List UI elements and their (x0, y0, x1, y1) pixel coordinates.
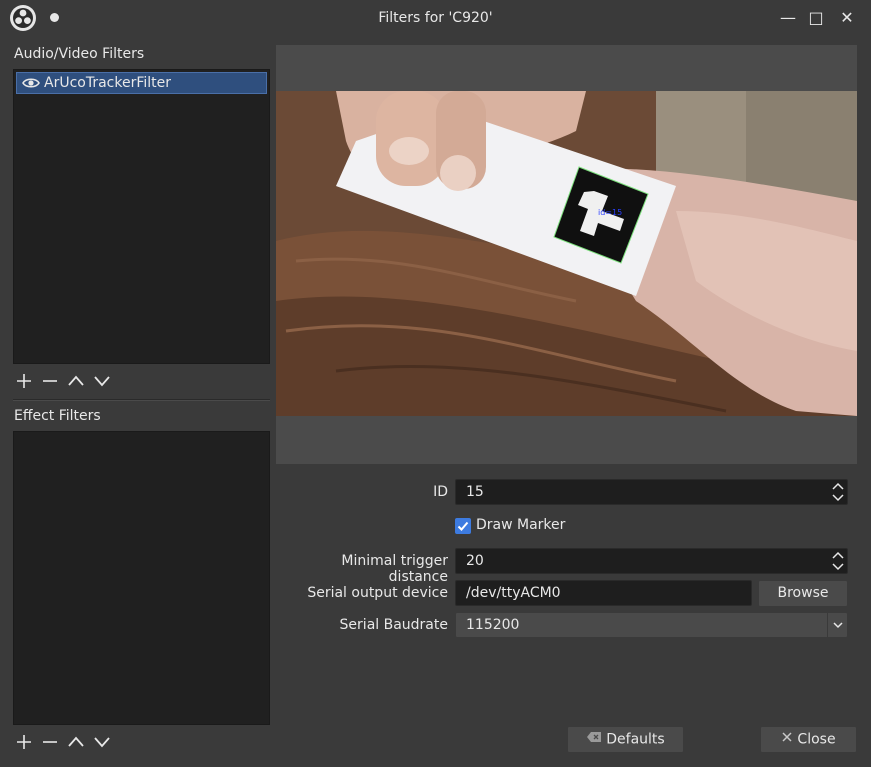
move-down-icon[interactable] (92, 371, 112, 391)
spin-arrows-icon[interactable] (829, 549, 847, 573)
draw-marker-label[interactable]: Draw Marker (476, 517, 565, 533)
add-icon[interactable] (14, 732, 34, 752)
move-up-icon[interactable] (66, 371, 86, 391)
window-title: Filters for 'C920' (378, 10, 493, 26)
av-filters-list[interactable]: ArUcoTrackerFilter (13, 69, 270, 364)
serial-output-device-input[interactable]: /dev/ttyACM0 (455, 580, 752, 606)
remove-icon[interactable] (40, 732, 60, 752)
draw-marker-checkbox[interactable] (455, 518, 471, 534)
effect-filters-label: Effect Filters (14, 408, 101, 424)
eye-icon[interactable] (22, 76, 40, 90)
serial-baudrate-select[interactable]: 115200 (455, 612, 848, 638)
chevron-down-icon[interactable] (827, 613, 847, 637)
marker-id-overlay: id=15 (598, 208, 622, 217)
remove-icon[interactable] (40, 371, 60, 391)
add-icon[interactable] (14, 371, 34, 391)
spin-arrows-icon[interactable] (829, 480, 847, 504)
min-trigger-distance-label: Minimal trigger distance (341, 553, 448, 585)
list-item[interactable]: ArUcoTrackerFilter (16, 72, 267, 94)
defaults-button[interactable]: Defaults (567, 726, 684, 753)
preview-area: id=15 (276, 45, 857, 464)
close-window-button[interactable]: ✕ (837, 8, 857, 28)
close-icon (781, 727, 793, 752)
minimize-button[interactable]: — (778, 8, 798, 28)
id-value: 15 (466, 484, 484, 500)
defaults-label: Defaults (606, 731, 665, 748)
filter-name: ArUcoTrackerFilter (44, 75, 172, 91)
serial-output-device-value: /dev/ttyACM0 (466, 585, 561, 601)
divider (13, 399, 270, 401)
min-trigger-distance-spinbox[interactable]: 20 (455, 548, 848, 574)
serial-baudrate-label: Serial Baudrate (339, 617, 448, 633)
move-down-icon[interactable] (92, 732, 112, 752)
serial-output-device-label: Serial output device (307, 585, 448, 601)
effect-filters-toolbar (14, 732, 134, 752)
id-spinbox[interactable]: 15 (455, 479, 848, 505)
maximize-button[interactable]: □ (806, 8, 826, 28)
serial-baudrate-value: 115200 (466, 617, 520, 633)
close-label: Close (797, 731, 836, 748)
min-trigger-distance-value: 20 (466, 553, 484, 569)
close-button[interactable]: Close (760, 726, 857, 753)
effect-filters-list[interactable] (13, 431, 270, 725)
av-filters-toolbar (14, 371, 134, 391)
move-up-icon[interactable] (66, 732, 86, 752)
av-filters-label: Audio/Video Filters (14, 46, 145, 62)
camera-preview: id=15 (276, 91, 857, 416)
browse-button[interactable]: Browse (758, 580, 848, 607)
id-label: ID (433, 484, 448, 500)
backspace-icon (586, 727, 602, 752)
